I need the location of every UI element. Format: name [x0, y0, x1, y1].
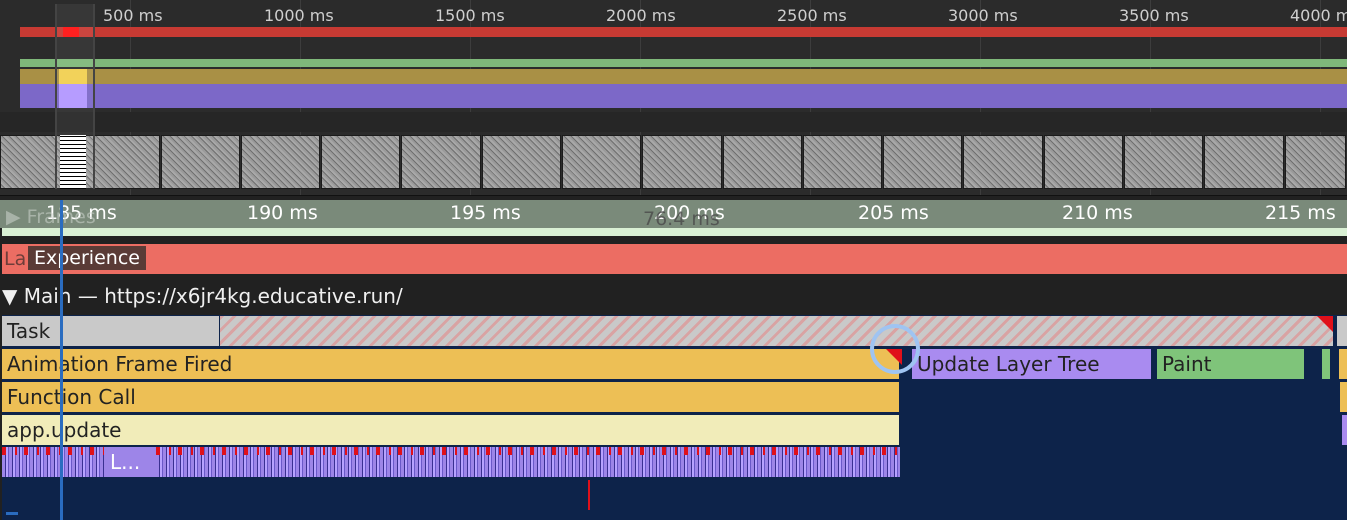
scripting-event[interactable]: [1339, 349, 1347, 379]
ruler-tick: 205 ms: [858, 202, 929, 224]
overview-tick: 3500 ms: [1119, 6, 1189, 25]
screenshot-thumbnail[interactable]: [401, 135, 481, 189]
screenshot-thumbnail[interactable]: [481, 135, 561, 189]
playhead-cursor-line[interactable]: [60, 200, 63, 520]
ruler-tick: 195 ms: [450, 202, 521, 224]
frame-bar[interactable]: [2, 228, 1347, 236]
network-overview: [0, 112, 1347, 132]
animation-frame-fired-event[interactable]: Animation Frame Fired: [2, 349, 900, 379]
long-task-warning-icon: [1317, 316, 1333, 332]
overview-tick: 1000 ms: [264, 6, 334, 25]
layout-shift-ghost-label: La: [4, 248, 27, 270]
screenshot-thumbnail[interactable]: [963, 135, 1043, 189]
screenshot-thumbnail[interactable]: [802, 135, 883, 189]
selection-cpu-highlight: [59, 69, 87, 84]
event-marker: [588, 480, 590, 510]
fps-chart: [20, 59, 1347, 67]
task-event[interactable]: [1337, 316, 1347, 346]
ruler-tick: 190 ms: [247, 202, 318, 224]
screenshot-thumbnail[interactable]: [883, 135, 963, 189]
screenshot-thumbnail[interactable]: [722, 135, 802, 189]
paint-event[interactable]: [1322, 349, 1330, 379]
overview-tick: 2500 ms: [777, 6, 847, 25]
screenshot-thumbnail[interactable]: [1043, 135, 1123, 189]
render-event[interactable]: [1342, 415, 1347, 445]
paint-event[interactable]: Paint: [1157, 349, 1305, 379]
selection-screenshot: [60, 135, 86, 189]
experience-track[interactable]: [2, 244, 1347, 274]
app-update-event[interactable]: app.update: [2, 415, 900, 445]
screenshot-thumbnail[interactable]: [561, 135, 642, 189]
function-call-event[interactable]: [1340, 382, 1347, 412]
frame-duration: 76.4 ms: [643, 208, 720, 230]
highlight-circle: [870, 324, 920, 374]
overview-tick: 1500 ms: [435, 6, 505, 25]
scrollbar-indicator[interactable]: [6, 512, 18, 515]
screenshot-thumbnail[interactable]: [642, 135, 722, 189]
task-event[interactable]: Task: [2, 316, 220, 346]
screenshot-thumbnail[interactable]: [240, 135, 321, 189]
ruler-tick: 210 ms: [1062, 202, 1133, 224]
overview-tick: 2000 ms: [606, 6, 676, 25]
long-task-overrun[interactable]: [220, 316, 1333, 346]
screenshot-thumbnail[interactable]: [1204, 135, 1284, 189]
function-call-event[interactable]: Function Call: [2, 382, 900, 412]
cpu-scripting-area: [20, 69, 1347, 84]
ruler-tick: 215 ms: [1265, 202, 1336, 224]
frames-track-label[interactable]: ▶ Frames: [6, 206, 96, 228]
overview-tick: 3000 ms: [948, 6, 1018, 25]
screenshot-thumbnail[interactable]: [160, 135, 240, 189]
screenshot-thumbnail[interactable]: [1123, 135, 1204, 189]
screenshot-filmstrip[interactable]: [0, 135, 1347, 189]
screenshot-thumbnail[interactable]: [321, 135, 401, 189]
overview-tick: 500 ms: [103, 6, 163, 25]
cpu-rendering-area: [20, 84, 1347, 108]
long-task-overview-bar: [20, 27, 1347, 37]
overview-tick: 4000 ms: [1290, 6, 1347, 25]
experience-track-label: Experience: [28, 246, 146, 270]
layout-event[interactable]: L...: [104, 447, 156, 477]
selection-long-task-marker: [63, 27, 79, 37]
update-layer-tree-event[interactable]: Update Layer Tree: [912, 349, 1152, 379]
screenshot-thumbnail[interactable]: [1284, 135, 1346, 189]
selection-cpu-highlight: [59, 84, 87, 108]
